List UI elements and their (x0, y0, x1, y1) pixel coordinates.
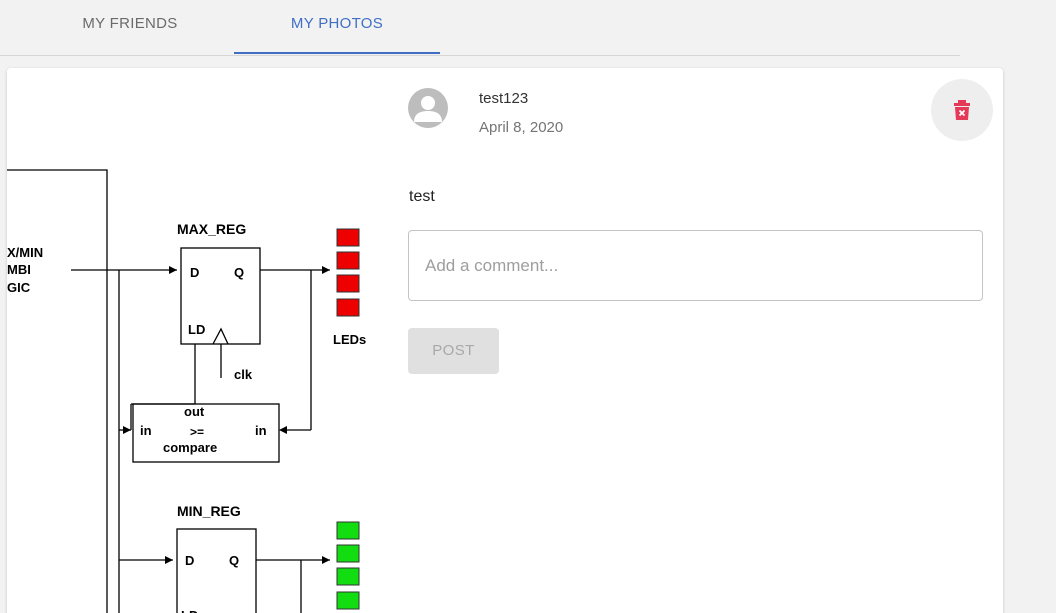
avatar[interactable] (408, 88, 448, 128)
block-label-line: X/MIN (7, 245, 43, 260)
person-icon (414, 96, 442, 122)
min-d-label: D (185, 553, 194, 568)
compare-out-label: out (184, 404, 205, 419)
block-label-line: MBI (7, 262, 31, 277)
clk-label: clk (234, 367, 253, 382)
led-min (336, 521, 360, 540)
post-photo[interactable]: X/MIN MBI GIC MAX_REG D Q LD LEDs clk ou… (7, 68, 397, 613)
post-caption: test (409, 188, 435, 205)
arrow-head (165, 556, 173, 564)
post-username[interactable]: test123 (479, 90, 528, 107)
tab-bar: MY FRIENDS MY PHOTOS (0, 0, 960, 56)
photo-post-card: X/MIN MBI GIC MAX_REG D Q LD LEDs clk ou… (7, 68, 1003, 613)
compare-in-left: in (140, 423, 152, 438)
arrow-head (322, 266, 330, 274)
diagram-wire (7, 169, 108, 613)
leds-label: LEDs (333, 332, 366, 347)
post-comment-button[interactable]: POST (408, 328, 499, 374)
tab-my-photos[interactable]: MY PHOTOS (234, 0, 440, 55)
max-d-label: D (190, 265, 199, 280)
min-reg-box (176, 528, 257, 613)
tab-my-friends[interactable]: MY FRIENDS (30, 0, 230, 55)
active-tab-indicator (234, 52, 440, 54)
compare-in-right: in (255, 423, 267, 438)
max-q-label: Q (234, 265, 244, 280)
min-q-label: Q (229, 553, 239, 568)
compare-label: compare (163, 440, 217, 455)
min-reg-label: MIN_REG (177, 503, 241, 519)
post-date: April 8, 2020 (479, 119, 564, 136)
led-max (336, 274, 360, 293)
arrow-head (169, 266, 177, 274)
clock-triangle (212, 327, 229, 345)
delete-post-button[interactable] (931, 79, 993, 141)
trash-icon (954, 100, 970, 120)
min-ld-label: LD (181, 608, 198, 613)
led-max (336, 228, 360, 247)
led-min (336, 567, 360, 586)
arrow-head (322, 556, 330, 564)
comment-field[interactable] (408, 230, 983, 301)
max-reg-label: MAX_REG (177, 221, 246, 237)
arrow-head (279, 426, 287, 434)
led-min (336, 544, 360, 563)
arrow-head (123, 426, 131, 434)
comment-input[interactable] (425, 231, 965, 300)
max-ld-label: LD (188, 322, 205, 337)
circuit-diagram: X/MIN MBI GIC MAX_REG D Q LD LEDs clk ou… (7, 169, 366, 613)
led-min (336, 591, 360, 610)
compare-operator: >= (190, 425, 204, 439)
block-label-line: GIC (7, 280, 31, 295)
led-max (336, 251, 360, 270)
led-max (336, 298, 360, 317)
